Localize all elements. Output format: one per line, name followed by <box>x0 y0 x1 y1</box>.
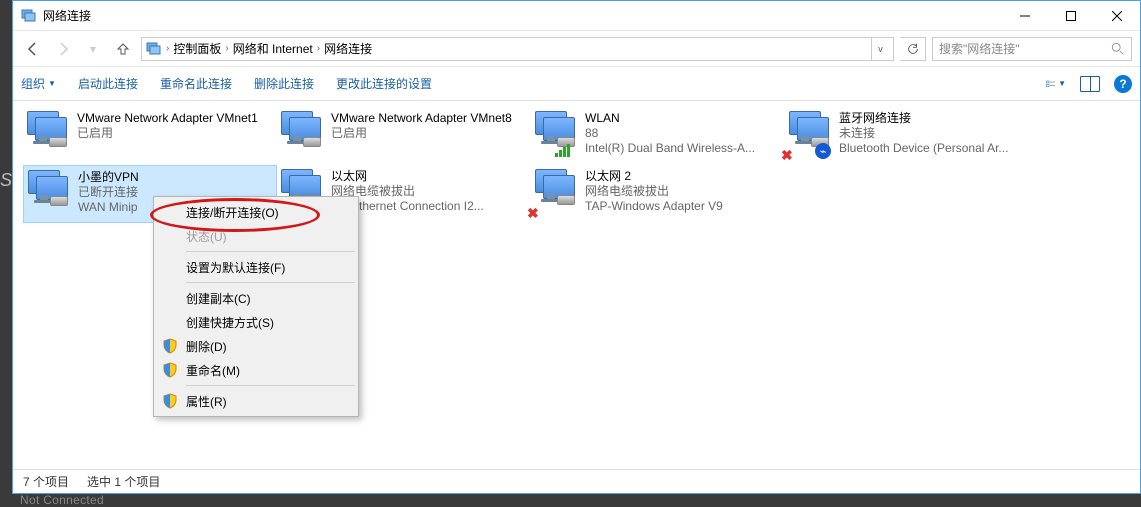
disconnected-x-icon: ✖ <box>781 147 795 161</box>
connection-name: 小墨的VPN <box>78 170 139 185</box>
ctx-default[interactable]: 设置为默认连接(F) <box>156 255 356 279</box>
preview-pane-button[interactable] <box>1080 75 1100 93</box>
connection-name: 以太网 <box>331 169 484 184</box>
help-button[interactable]: ? <box>1114 75 1132 93</box>
status-bar: 7 个项目 选中 1 个项目 <box>13 469 1140 493</box>
ctx-delete[interactable]: 删除(D) <box>156 334 356 358</box>
chevron-right-icon: › <box>166 43 169 54</box>
connection-status: 已启用 <box>331 126 512 141</box>
path-dropdown[interactable]: v <box>871 38 889 60</box>
recent-dropdown[interactable]: ▾ <box>81 37 105 61</box>
shield-icon <box>162 362 178 378</box>
network-adapter-icon <box>533 111 577 159</box>
change-settings-button[interactable]: 更改此连接的设置 <box>336 75 432 92</box>
connection-status: 未连接 <box>839 126 1008 141</box>
connection-name: WLAN <box>585 111 755 126</box>
ctx-copy[interactable]: 创建副本(C) <box>156 286 356 310</box>
titlebar: 网络连接 <box>13 1 1140 31</box>
separator <box>186 385 355 386</box>
command-bar: 组织▼ 启动此连接 重命名此连接 删除此连接 更改此连接的设置 ▼ ? <box>13 67 1140 101</box>
signal-bars-icon <box>555 144 570 157</box>
connection-device: WAN Minip <box>78 200 139 215</box>
connection-item[interactable]: VMware Network Adapter VMnet1已启用 <box>23 107 277 165</box>
disconnected-x-icon: ✖ <box>527 205 541 219</box>
shield-icon <box>162 338 178 354</box>
connection-name: 蓝牙网络连接 <box>839 111 1008 126</box>
connection-device: Bluetooth Device (Personal Ar... <box>839 141 1008 156</box>
network-adapter-icon <box>25 111 69 159</box>
ctx-rename[interactable]: 重命名(M) <box>156 358 356 382</box>
minimize-button[interactable] <box>1002 1 1048 31</box>
back-button[interactable] <box>21 37 45 61</box>
connection-name: VMware Network Adapter VMnet8 <box>331 111 512 126</box>
forward-button[interactable] <box>51 37 75 61</box>
address-bar: ▾ › 控制面板 › 网络和 Internet › 网络连接 v 搜索"网络连接… <box>13 31 1140 67</box>
search-placeholder: 搜索"网络连接" <box>939 40 1020 57</box>
bluetooth-icon: ⌁ <box>815 143 831 159</box>
maximize-button[interactable] <box>1048 1 1094 31</box>
connection-status: 网络电缆被拔出 <box>585 184 723 199</box>
breadcrumb-seg[interactable]: 控制面板 <box>173 40 221 57</box>
connection-status: 已启用 <box>77 126 258 141</box>
breadcrumb[interactable]: › 控制面板 › 网络和 Internet › 网络连接 v <box>141 37 894 61</box>
connection-item[interactable]: ✖ 以太网 2网络电缆被拔出TAP-Windows Adapter V9 <box>531 165 785 223</box>
start-connection-button[interactable]: 启动此连接 <box>78 75 138 92</box>
organize-menu[interactable]: 组织▼ <box>21 75 56 92</box>
up-button[interactable] <box>111 37 135 61</box>
ctx-shortcut[interactable]: 创建快捷方式(S) <box>156 310 356 334</box>
ctx-connect[interactable]: 连接/断开连接(O) <box>156 200 356 224</box>
connection-name: 以太网 2 <box>585 169 723 184</box>
network-adapter-icon: ✖ <box>533 169 577 217</box>
connection-device: TAP-Windows Adapter V9 <box>585 199 723 214</box>
ctx-properties[interactable]: 属性(R) <box>156 389 356 413</box>
search-icon <box>1111 42 1125 56</box>
connection-item[interactable]: VMware Network Adapter VMnet8已启用 <box>277 107 531 165</box>
connection-status: 已断开连接 <box>78 185 139 200</box>
item-count: 7 个项目 <box>23 473 69 490</box>
window-title: 网络连接 <box>43 7 91 24</box>
delete-connection-button[interactable]: 删除此连接 <box>254 75 314 92</box>
context-menu: 连接/断开连接(O) 状态(U) 设置为默认连接(F) 创建副本(C) 创建快捷… <box>153 196 359 417</box>
breadcrumb-seg[interactable]: 网络和 Internet <box>233 40 313 57</box>
search-input[interactable]: 搜索"网络连接" <box>932 37 1132 61</box>
connection-item[interactable]: WLAN88Intel(R) Dual Band Wireless-A... <box>531 107 785 165</box>
close-button[interactable] <box>1094 1 1140 31</box>
path-icon <box>146 41 162 57</box>
connection-device: Intel(R) Dual Band Wireless-A... <box>585 141 755 156</box>
connection-item[interactable]: ✖⌁ 蓝牙网络连接未连接Bluetooth Device (Personal Ar… <box>785 107 1039 165</box>
connection-status: 88 <box>585 126 755 141</box>
network-adapter-icon <box>26 170 70 218</box>
network-adapter-icon: ✖⌁ <box>787 111 831 159</box>
ctx-status: 状态(U) <box>156 224 356 248</box>
chevron-right-icon: › <box>225 43 228 54</box>
rename-connection-button[interactable]: 重命名此连接 <box>160 75 232 92</box>
separator <box>186 251 355 252</box>
connection-name: VMware Network Adapter VMnet1 <box>77 111 258 126</box>
chevron-right-icon: › <box>317 43 320 54</box>
view-options-button[interactable]: ▼ <box>1046 75 1066 93</box>
app-icon <box>21 8 37 24</box>
network-adapter-icon <box>279 111 323 159</box>
selected-count: 选中 1 个项目 <box>87 473 160 490</box>
breadcrumb-seg[interactable]: 网络连接 <box>324 40 372 57</box>
background-text: Not Connected <box>20 493 104 507</box>
refresh-button[interactable] <box>900 37 926 61</box>
separator <box>186 282 355 283</box>
shield-icon <box>162 393 178 409</box>
